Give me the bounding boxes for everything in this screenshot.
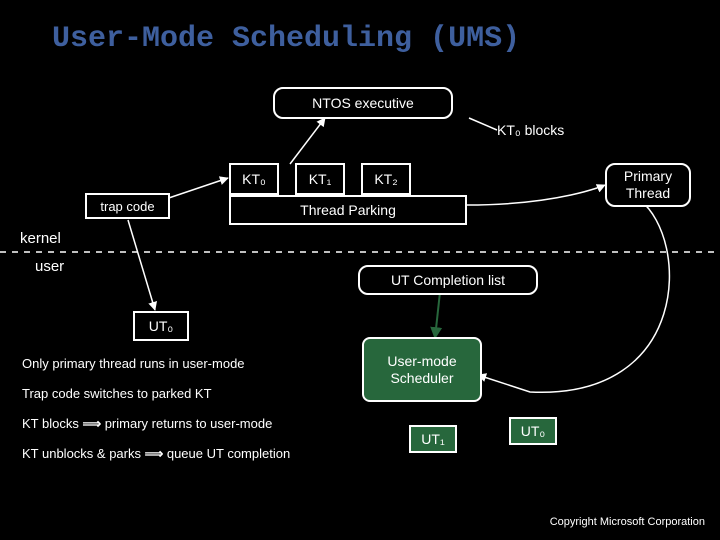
kt0-blocks-label: KT₀ blocks — [497, 122, 564, 138]
scheduler-box: User-mode Scheduler — [362, 337, 482, 402]
kt1-label: KT₁ — [309, 171, 332, 187]
bullet-3-a: KT blocks — [22, 416, 82, 431]
bullet-4-a: KT unblocks & parks — [22, 446, 145, 461]
ntos-executive-label: NTOS executive — [312, 95, 414, 111]
kt0-box: KT₀ — [229, 163, 279, 195]
copyright-text: Copyright Microsoft Corporation — [550, 516, 705, 528]
bullet-4-b: queue UT completion — [163, 446, 290, 461]
ut0-box: UT₀ — [133, 311, 189, 341]
bullet-1: Only primary thread runs in user-mode — [22, 356, 245, 371]
trap-code-label: trap code — [100, 199, 154, 214]
ut1-green-label: UT₁ — [421, 431, 444, 447]
bullet-2-text: Trap code switches to parked KT — [22, 386, 212, 401]
ut0-box-label: UT₀ — [149, 318, 173, 334]
kt2-label: KT₂ — [374, 171, 397, 187]
ntos-executive-box: NTOS executive — [273, 87, 453, 119]
primary-thread-label: Primary Thread — [607, 168, 689, 202]
ut-completion-box: UT Completion list — [358, 265, 538, 295]
thread-parking-box: Thread Parking — [229, 195, 467, 225]
arrow-icon: ⟹ — [82, 416, 101, 431]
user-label: user — [35, 258, 64, 275]
arrow-icon-2: ⟹ — [145, 446, 164, 461]
thread-parking-label: Thread Parking — [300, 202, 396, 218]
kt0-label: KT₀ — [242, 171, 266, 187]
kt2-box: KT₂ — [361, 163, 411, 195]
ut1-green-box: UT₁ — [409, 425, 457, 453]
ut0-green-label: UT₀ — [521, 423, 545, 439]
bullet-2: Trap code switches to parked KT — [22, 386, 212, 401]
ut-completion-label: UT Completion list — [391, 272, 505, 288]
bullet-3-b: primary returns to user-mode — [101, 416, 272, 431]
kt1-box: KT₁ — [295, 163, 345, 195]
scheduler-label: User-mode Scheduler — [364, 353, 480, 387]
bullet-1-text: Only primary thread runs in user-mode — [22, 356, 245, 371]
ut0-green-box: UT₀ — [509, 417, 557, 445]
trap-code-box: trap code — [85, 193, 170, 219]
kernel-label: kernel — [20, 230, 61, 247]
bullet-4: KT unblocks & parks ⟹ queue UT completio… — [22, 446, 290, 462]
primary-thread-box: Primary Thread — [605, 163, 691, 207]
page-title: User-Mode Scheduling (UMS) — [52, 22, 520, 56]
bullet-3: KT blocks ⟹ primary returns to user-mode — [22, 416, 272, 432]
